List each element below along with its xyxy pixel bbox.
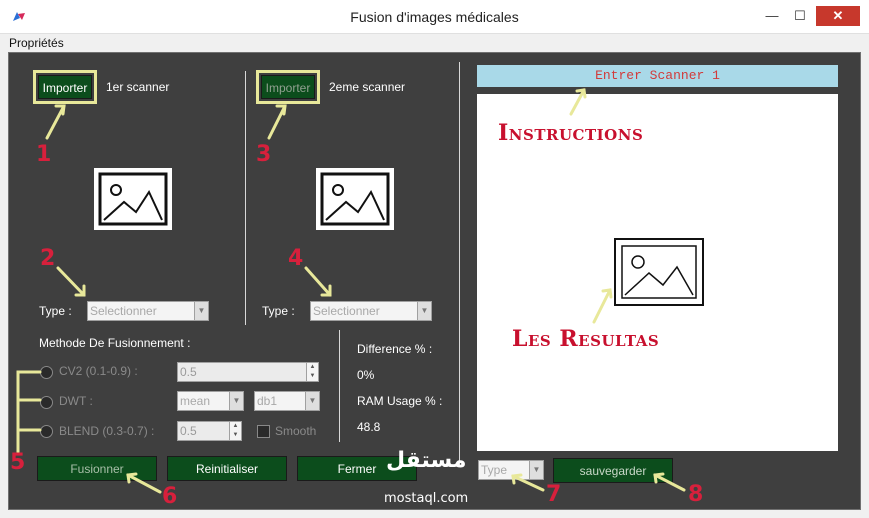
annotation-number-2: 2 bbox=[40, 246, 56, 271]
arrow-icon bbox=[511, 474, 545, 492]
watermark-arabic: مستقل bbox=[386, 448, 467, 473]
arrow-icon bbox=[56, 266, 86, 297]
bracket-icon bbox=[16, 370, 32, 454]
arrow-icon bbox=[126, 473, 162, 494]
annotation-number-3: 3 bbox=[256, 142, 272, 167]
arrow-icon bbox=[592, 288, 612, 324]
watermark-latin: mostaql.com bbox=[384, 491, 469, 506]
annotation-number-8: 8 bbox=[688, 482, 704, 507]
arrow-icon bbox=[304, 266, 332, 297]
annotation-instructions: Instructions bbox=[498, 120, 644, 146]
annotation-number-5: 5 bbox=[10, 450, 26, 475]
annotation-number-1: 1 bbox=[36, 142, 52, 167]
arrow-icon bbox=[653, 473, 686, 492]
arrow-icon bbox=[45, 104, 66, 140]
annotation-arrows bbox=[16, 88, 686, 494]
arrow-icon bbox=[267, 104, 287, 140]
annotation-number-4: 4 bbox=[288, 246, 304, 271]
annotation-results: Les Resultas bbox=[512, 326, 660, 352]
annotation-number-7: 7 bbox=[546, 482, 562, 507]
annotation-number-6: 6 bbox=[162, 484, 178, 509]
arrow-icon bbox=[569, 88, 586, 116]
